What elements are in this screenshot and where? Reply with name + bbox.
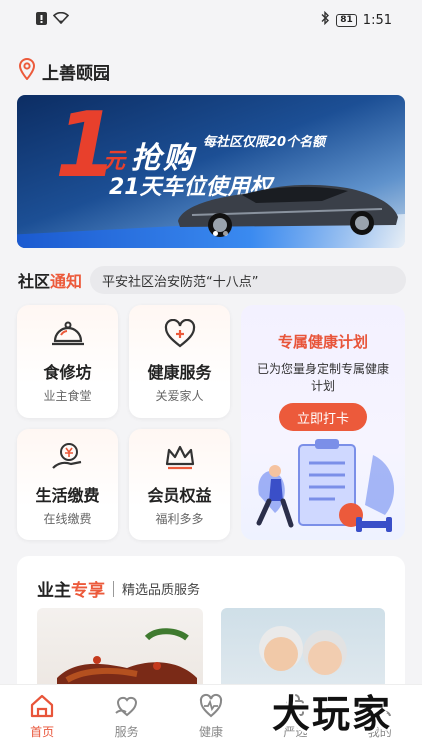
health-plan-illustration: [256, 439, 395, 532]
clock: 1:51: [362, 12, 392, 28]
carousel-dot[interactable]: [223, 231, 228, 236]
notice-label-a: 社区: [18, 272, 51, 291]
bluetooth-icon: [320, 10, 330, 29]
yuan-hand-icon: [51, 442, 85, 476]
card-subtitle: 业主食堂: [43, 389, 92, 403]
tab-label: 健康: [198, 725, 223, 739]
notice-label: 社区通知: [18, 268, 90, 292]
card-title: 食修坊: [43, 363, 92, 382]
home-icon: [31, 694, 54, 718]
section-title-b: 专享: [71, 581, 105, 601]
card-title: 生活缴费: [35, 486, 100, 505]
service-card-membership[interactable]: 会员权益 福利多多: [129, 429, 230, 540]
section-subtitle: 精选品质服务: [122, 583, 201, 598]
service-card-payment[interactable]: 生活缴费 在线缴费: [17, 429, 118, 540]
tab-home[interactable]: 首页: [12, 693, 72, 740]
card-subtitle: 关爱家人: [155, 389, 204, 403]
service-icon: [114, 696, 137, 717]
watermark-logo: 大玩家: [272, 692, 393, 736]
section-header: 业主 专享 精选品质服务: [37, 576, 200, 601]
section-title-a: 业主: [37, 581, 71, 601]
heart-plus-icon: [163, 318, 197, 353]
carousel-dots[interactable]: [213, 231, 228, 236]
food-cloche-icon: [51, 319, 85, 353]
check-in-button[interactable]: 立即打卡: [279, 403, 367, 431]
wifi-icon: [52, 11, 70, 28]
battery-indicator: 81: [336, 13, 357, 27]
card-title: 会员权益: [147, 486, 212, 505]
service-card-health[interactable]: 健康服务 关爱家人: [129, 305, 230, 418]
health-plan-title: 专属健康计划: [277, 333, 368, 351]
tab-service[interactable]: 服务: [97, 693, 157, 740]
tab-health[interactable]: 健康: [181, 693, 241, 740]
health-plan-card[interactable]: 专属健康计划 已为您量身定制专属健康计划 立即打卡: [241, 305, 405, 540]
map-pin-icon: [18, 58, 36, 85]
service-card-canteen[interactable]: 食修坊 业主食堂: [17, 305, 118, 418]
promo-banner[interactable]: 1 元抢购 每社区仅限20个名额 21天车位使用权: [17, 95, 405, 248]
notice-label-b: 通知: [50, 272, 83, 291]
community-notice[interactable]: 社区通知 平安社区治安防范“十八点”: [18, 266, 406, 294]
card-subtitle: 在线缴费: [43, 512, 92, 526]
health-icon: [199, 693, 223, 718]
sports-car-image: [178, 184, 398, 237]
divider: [113, 580, 114, 597]
community-name: 上善颐园: [42, 64, 110, 84]
card-title: 健康服务: [147, 363, 212, 382]
notice-text[interactable]: 平安社区治安防范“十八点”: [90, 266, 406, 294]
card-subtitle: 福利多多: [155, 512, 204, 526]
health-plan-description: 已为您量身定制专属健康计划: [256, 362, 389, 393]
banner-quota: 每社区仅限20个名额: [203, 135, 326, 150]
alert-icon: [36, 11, 47, 29]
tab-label: 服务: [114, 725, 139, 739]
status-bar: 81 1:51: [0, 0, 422, 40]
crown-icon: [163, 442, 197, 476]
location-selector[interactable]: 上善颐园: [18, 58, 110, 85]
tab-label: 首页: [30, 725, 55, 739]
carousel-dot[interactable]: [213, 231, 218, 236]
